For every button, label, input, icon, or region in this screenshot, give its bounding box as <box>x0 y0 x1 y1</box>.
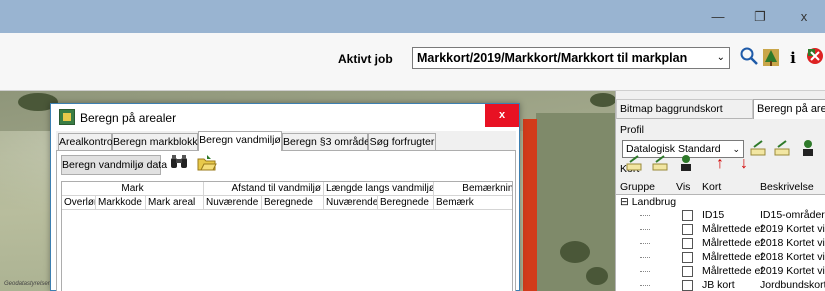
group-label: Landbrug <box>631 196 677 208</box>
search-icon[interactable] <box>738 46 760 70</box>
binoculars-icon[interactable] <box>169 154 189 174</box>
kort-name: ID15 <box>702 209 725 221</box>
col-gruppe[interactable]: Gruppe <box>620 181 655 193</box>
list-item[interactable]: Målrettede ef 2018 Kortet vis <box>616 237 825 251</box>
kort-description: ID15-områder <box>760 209 825 221</box>
kort-description: Jordbundskort <box>760 279 825 291</box>
col-beskrivelse[interactable]: Beskrivelse <box>760 181 814 193</box>
map-tree <box>586 267 608 285</box>
kort-name: JB kort <box>702 279 735 291</box>
window-titlebar: — ❐ x <box>0 0 825 33</box>
visibility-checkbox[interactable] <box>682 224 693 235</box>
chevron-down-icon: ⌄ <box>716 52 725 63</box>
visibility-checkbox[interactable] <box>682 266 693 277</box>
col-vis[interactable]: Vis <box>676 181 690 193</box>
tree-connector <box>640 215 650 216</box>
kort-description: 2019 Kortet vis <box>760 223 825 235</box>
kort-name: Målrettede ef <box>702 223 764 235</box>
kort-grid: ⊟ Landbrug ID15 ID15-områder Målrettede … <box>616 195 825 291</box>
beregn-vandmiljo-button[interactable]: Beregn vandmiljø data <box>61 155 167 175</box>
folder-open-icon[interactable] <box>197 154 217 174</box>
list-item[interactable]: JB kort Jordbundskort <box>616 279 825 291</box>
kort-description: 2019 Kortet vis <box>760 265 825 277</box>
job-toolbar: Aktivt job Markkort/2019/Markkort/Markko… <box>0 33 825 91</box>
tab-soeg-forfrugter[interactable]: Søg forfrugter <box>368 133 436 151</box>
map-field <box>536 113 615 291</box>
minimize-button[interactable]: — <box>700 4 736 30</box>
kort-add-icon[interactable] <box>624 154 644 174</box>
kort-description: 2018 Kortet vis <box>760 251 825 263</box>
stop-icon[interactable] <box>804 46 825 70</box>
maximize-button[interactable]: ❐ <box>742 4 778 30</box>
kort-name: Målrettede ef <box>702 237 764 249</box>
active-job-label: Aktivt job <box>338 52 393 66</box>
move-down-icon[interactable]: ↓ <box>734 154 754 174</box>
tree-map-icon[interactable] <box>760 46 782 70</box>
kort-remove-icon[interactable] <box>676 154 696 174</box>
dialog-titlebar[interactable]: Beregn på arealer x <box>51 104 519 131</box>
map-app-icon <box>59 109 75 125</box>
tree-connector <box>640 229 650 230</box>
col-laengde-nuvaerende[interactable]: Nuværende <box>324 196 378 210</box>
right-panel: Bitmap baggrundskort Beregn på areal Pro… <box>615 91 825 291</box>
list-item[interactable]: Målrettede ef 2018 Kortet vis <box>616 251 825 265</box>
kort-description: 2018 Kortet vis <box>760 237 825 249</box>
kort-name: Målrettede ef <box>702 251 764 263</box>
map-boundary-line <box>523 119 537 291</box>
tree-connector <box>640 285 650 286</box>
map-tree <box>560 241 590 263</box>
group-afstand: Afstand til vandmiljø <box>204 182 324 196</box>
visibility-checkbox[interactable] <box>682 238 693 249</box>
col-bemaerk[interactable]: Bemærk <box>434 196 512 210</box>
vandmiljo-page: Beregn vandmiljø data Mark Afstand til v… <box>56 151 516 291</box>
visibility-checkbox[interactable] <box>682 210 693 221</box>
info-icon[interactable]: i <box>782 46 804 70</box>
profile-new-icon[interactable] <box>772 139 792 159</box>
tab-beregn-vandmiljo[interactable]: Beregn vandmiljø <box>198 131 282 151</box>
profile-delete-icon[interactable] <box>798 139 818 159</box>
visibility-checkbox[interactable] <box>682 280 693 291</box>
dialog-close-button[interactable]: x <box>485 104 519 127</box>
group-mark: Mark <box>62 182 204 196</box>
tree-connector <box>640 271 650 272</box>
group-laengde: Længde langs vandmiljø <box>326 182 434 196</box>
kort-copy-icon[interactable] <box>650 154 670 174</box>
col-markkode[interactable]: Markkode <box>96 196 146 210</box>
col-kort[interactable]: Kort <box>702 181 721 193</box>
vandmiljo-table: Mark Afstand til vandmiljø Længde langs … <box>61 181 513 291</box>
col-mark-areal[interactable]: Mark areal <box>146 196 204 210</box>
group-bemaerkning: Bemærkning <box>434 182 512 196</box>
visibility-checkbox[interactable] <box>682 252 693 263</box>
active-job-value: Markkort/2019/Markkort/Markkort til mark… <box>417 51 688 65</box>
group-node[interactable]: ⊟ Landbrug <box>620 196 676 208</box>
table-group-header: Mark Afstand til vandmiljø Længde langs … <box>62 182 512 196</box>
kort-name: Målrettede ef <box>702 265 764 277</box>
tab-bitmap-baggrundskort[interactable]: Bitmap baggrundskort <box>616 99 753 119</box>
active-job-select[interactable]: Markkort/2019/Markkort/Markkort til mark… <box>412 47 730 69</box>
tab-beregn-paa-areal[interactable]: Beregn på areal <box>753 99 825 119</box>
col-overloer[interactable]: Overlør <box>62 196 96 210</box>
dialog-body: Arealkontrol Beregn markblokke Beregn va… <box>56 131 516 291</box>
close-window-button[interactable]: x <box>786 4 822 30</box>
tree-connector <box>640 257 650 258</box>
table-header: Overlør Markkode Mark areal Nuværende Be… <box>62 196 512 210</box>
col-afstand-nuvaerende[interactable]: Nuværende <box>204 196 262 210</box>
tab-beregn-markblokke[interactable]: Beregn markblokke <box>112 133 203 151</box>
col-afstand-beregnede[interactable]: Beregnede <box>262 196 324 210</box>
col-laengde-beregnede[interactable]: Beregnede <box>378 196 434 210</box>
profil-label: Profil <box>620 124 644 136</box>
kort-grid-header: Gruppe Vis Kort Beskrivelse <box>616 179 825 195</box>
list-item[interactable]: Målrettede ef 2019 Kortet vis <box>616 265 825 279</box>
map-tree <box>590 93 615 107</box>
tree-connector <box>640 243 650 244</box>
beregn-dialog: Beregn på arealer x Arealkontrol Beregn … <box>50 103 520 291</box>
move-up-icon[interactable]: ↑ <box>710 154 730 174</box>
list-item[interactable]: Målrettede ef 2019 Kortet vis <box>616 223 825 237</box>
list-item[interactable]: ID15 ID15-områder <box>616 209 825 223</box>
tab-arealkontrol[interactable]: Arealkontrol <box>58 133 115 151</box>
tab-beregn-par3-omraader[interactable]: Beregn §3 områder <box>282 133 373 151</box>
dialog-title: Beregn på arealer <box>80 111 177 125</box>
